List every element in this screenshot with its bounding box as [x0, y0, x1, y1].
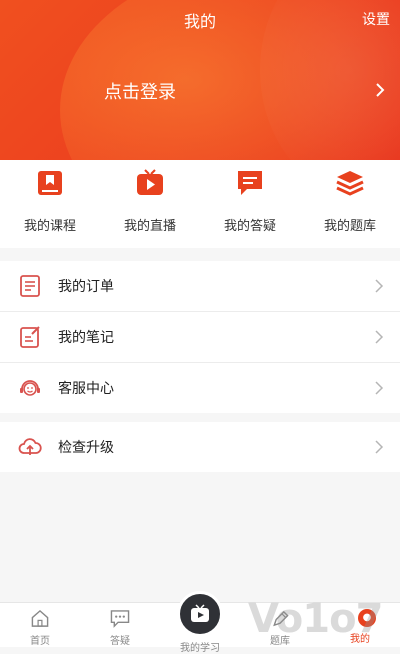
login-label: 点击登录	[104, 82, 176, 103]
layers-stack-icon	[336, 171, 364, 196]
login-row[interactable]: 点击登录	[0, 72, 400, 108]
menu-item-customer-service[interactable]: 客服中心	[0, 363, 400, 413]
tab-qa[interactable]: 答疑	[80, 603, 160, 647]
menu-item-orders[interactable]: 我的订单	[0, 261, 400, 312]
chevron-right-icon	[375, 381, 384, 395]
menu-item-notes[interactable]: 我的笔记	[0, 312, 400, 363]
pen-icon	[273, 610, 289, 627]
menu-item-label: 我的订单	[58, 279, 114, 295]
menu-item-label: 客服中心	[58, 381, 114, 397]
tab-label: 答疑	[110, 636, 130, 647]
menu-group-main: 我的订单 我的笔记 客服中心	[0, 261, 400, 413]
tab-label: 题库	[270, 636, 290, 647]
menu-item-check-update[interactable]: 检查升级	[0, 422, 400, 472]
shortcut-label: 我的题库	[323, 219, 376, 234]
chevron-right-icon	[375, 440, 384, 454]
tv-play-icon	[137, 169, 163, 195]
shortcut-my-courses[interactable]: 我的课程	[0, 160, 100, 248]
cloud-upload-icon	[18, 438, 42, 455]
shortcut-my-qa[interactable]: 我的答疑	[200, 160, 300, 248]
chevron-right-icon	[375, 279, 384, 293]
shortcut-grid: 我的课程 我的直播 我的答疑 我的题库	[0, 160, 400, 248]
page-title: 我的	[183, 12, 216, 31]
chevron-right-icon	[375, 330, 384, 344]
tab-label: 我的学习	[180, 643, 220, 654]
chat-dots-icon	[110, 610, 130, 628]
study-bubble	[177, 591, 223, 637]
shortcut-my-question-bank[interactable]: 我的题库	[300, 160, 400, 248]
menu-item-label: 我的笔记	[58, 330, 114, 346]
tab-home[interactable]: 首页	[0, 603, 80, 647]
shortcut-label: 我的答疑	[223, 219, 276, 234]
tab-question-bank[interactable]: 题库	[240, 603, 320, 647]
chat-bubble-icon	[238, 171, 262, 195]
tab-my-study[interactable]: 我的学习	[160, 591, 240, 654]
shortcut-label: 我的直播	[123, 219, 176, 234]
shortcut-my-live[interactable]: 我的直播	[100, 160, 200, 248]
bottom-tab-bar: 首页 答疑 我的学习 题库 ● 我的	[0, 591, 400, 654]
profile-header: 我的 设置 点击登录	[0, 0, 400, 160]
tab-label: 我的	[350, 634, 370, 645]
shortcut-label: 我的课程	[23, 219, 76, 234]
chevron-right-icon	[376, 83, 385, 97]
menu-item-label: 检查升级	[58, 440, 114, 456]
bookmark-book-icon	[38, 171, 62, 195]
tab-label: 首页	[30, 636, 50, 647]
tab-mine[interactable]: ● 我的	[320, 603, 400, 647]
customer-service-icon	[20, 380, 40, 396]
order-list-icon	[20, 275, 40, 297]
tv-play-icon	[191, 604, 209, 622]
settings-button[interactable]: 设置	[362, 9, 390, 29]
note-edit-icon	[20, 326, 40, 348]
user-icon: ●	[358, 609, 376, 627]
menu-group-system: 检查升级	[0, 422, 400, 472]
home-icon	[31, 609, 49, 627]
